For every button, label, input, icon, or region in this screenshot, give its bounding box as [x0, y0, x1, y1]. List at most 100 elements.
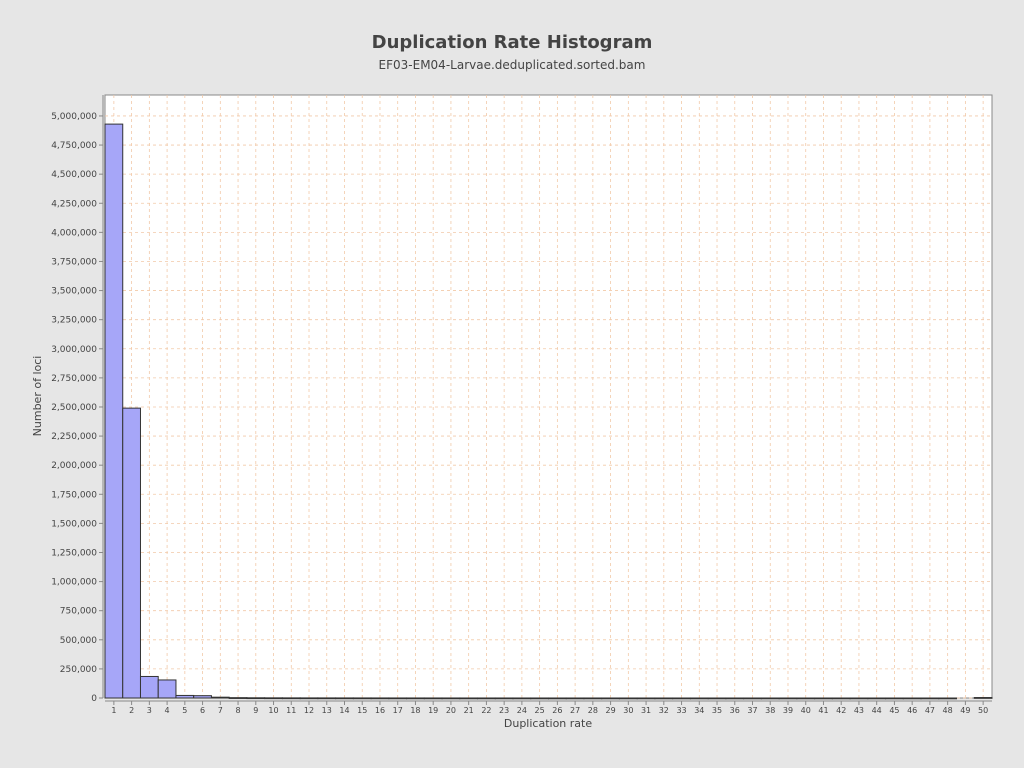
bar-31	[636, 697, 656, 700]
bar-48	[938, 697, 958, 700]
x-tick-label: 18	[410, 706, 420, 715]
bar-29	[601, 697, 620, 700]
bar-20	[441, 697, 461, 700]
x-tick-label: 26	[552, 706, 562, 715]
x-tick-label: 19	[428, 706, 438, 715]
bar-10	[264, 697, 283, 700]
bar-12	[299, 697, 319, 700]
y-tick-label: 250,000	[60, 665, 97, 675]
x-tick-label: 15	[357, 706, 367, 715]
x-tick-label: 28	[588, 706, 598, 715]
histogram-chart: Duplication Rate Histogram EF03-EM04-Lar…	[31, 32, 993, 730]
x-tick-label: 6	[200, 706, 205, 715]
x-tick-label: 43	[854, 706, 864, 715]
x-tick-label: 47	[925, 706, 935, 715]
bar-3	[139, 675, 159, 699]
bar-19	[423, 697, 443, 700]
x-tick-label: 16	[375, 706, 385, 715]
bar-28	[583, 697, 603, 700]
y-tick-label: 3,250,000	[51, 316, 97, 326]
x-tick-label: 10	[268, 706, 278, 715]
y-tick-label: 2,250,000	[51, 432, 97, 442]
x-tick-label: 44	[872, 706, 882, 715]
x-tick-label: 48	[943, 706, 953, 715]
bar-5	[175, 694, 195, 699]
bar-4	[157, 679, 177, 699]
x-tick-label: 40	[801, 706, 811, 715]
x-axis-label: Duplication rate	[504, 717, 592, 730]
x-tick-label: 14	[339, 706, 349, 715]
x-tick-label: 13	[322, 706, 332, 715]
y-tick-label: 4,750,000	[51, 141, 97, 151]
y-tick-label: 0	[91, 694, 97, 704]
x-tick-label: 24	[517, 706, 527, 715]
x-tick-label: 1	[111, 706, 116, 715]
bar-40	[796, 697, 816, 700]
x-tick-label: 21	[464, 706, 474, 715]
bar-23	[494, 697, 514, 700]
bar-11	[281, 697, 301, 700]
bar-6	[193, 695, 212, 699]
x-tick-label: 39	[783, 706, 793, 715]
bar-27	[565, 697, 585, 700]
x-tick-label: 36	[730, 706, 740, 715]
x-tick-label: 3	[147, 706, 152, 715]
bar-26	[548, 697, 567, 700]
x-tick-label: 37	[747, 706, 757, 715]
x-tick-label: 7	[218, 706, 223, 715]
bar-42	[831, 697, 851, 700]
bar-22	[477, 697, 496, 700]
bar-41	[814, 697, 833, 700]
x-tick-label: 9	[253, 706, 258, 715]
bar-39	[778, 697, 798, 700]
bar-34	[689, 697, 709, 700]
chart-subtitle: EF03-EM04-Larvae.deduplicated.sorted.bam	[379, 58, 646, 72]
x-tick-label: 25	[535, 706, 545, 715]
x-tick-label: 45	[889, 706, 899, 715]
bar-44	[867, 697, 887, 700]
bar-46	[902, 697, 922, 700]
y-tick-label: 2,000,000	[51, 461, 97, 471]
y-tick-label: 3,500,000	[51, 287, 97, 297]
x-tick-label: 46	[907, 706, 917, 715]
bar-1	[104, 123, 124, 699]
y-tick-label: 3,750,000	[51, 257, 97, 267]
y-tick-label: 4,000,000	[51, 228, 97, 238]
x-tick-label: 22	[481, 706, 491, 715]
bar-2	[122, 407, 141, 699]
bar-36	[725, 697, 745, 700]
y-axis-label: Number of loci	[31, 356, 44, 437]
x-tick-label: 11	[286, 706, 296, 715]
x-tick-label: 27	[570, 706, 580, 715]
x-tick-label: 35	[712, 706, 722, 715]
bar-50	[973, 697, 993, 699]
x-tick-label: 41	[818, 706, 828, 715]
x-tick-label: 20	[446, 706, 456, 715]
x-tick-label: 12	[304, 706, 314, 715]
bar-33	[672, 697, 691, 700]
bar-38	[760, 697, 780, 700]
y-tick-label: 2,750,000	[51, 374, 97, 384]
bar-17	[388, 697, 408, 700]
x-tick-label: 5	[182, 706, 187, 715]
y-tick-label: 1,500,000	[51, 519, 97, 529]
y-tick-label: 1,000,000	[51, 578, 97, 588]
bar-7	[210, 696, 230, 699]
bar-43	[849, 697, 869, 700]
x-tick-label: 8	[236, 706, 241, 715]
x-tick-label: 30	[623, 706, 633, 715]
x-tick-label: 50	[978, 706, 988, 715]
x-tick-label: 4	[165, 706, 170, 715]
y-axis-ticks: 0 250,000 500,000 750,000 1,000,000 1,250,000…	[51, 112, 103, 704]
x-tick-label: 23	[499, 706, 509, 715]
x-tick-label: 34	[694, 706, 704, 715]
bar-18	[406, 697, 425, 700]
bar-35	[707, 697, 727, 700]
bar-47	[920, 697, 940, 700]
y-tick-label: 4,250,000	[51, 199, 97, 209]
y-tick-label: 3,000,000	[51, 345, 97, 355]
x-tick-label: 17	[393, 706, 403, 715]
x-tick-label: 2	[129, 706, 134, 715]
y-tick-label: 1,250,000	[51, 548, 97, 558]
x-tick-label: 31	[641, 706, 651, 715]
